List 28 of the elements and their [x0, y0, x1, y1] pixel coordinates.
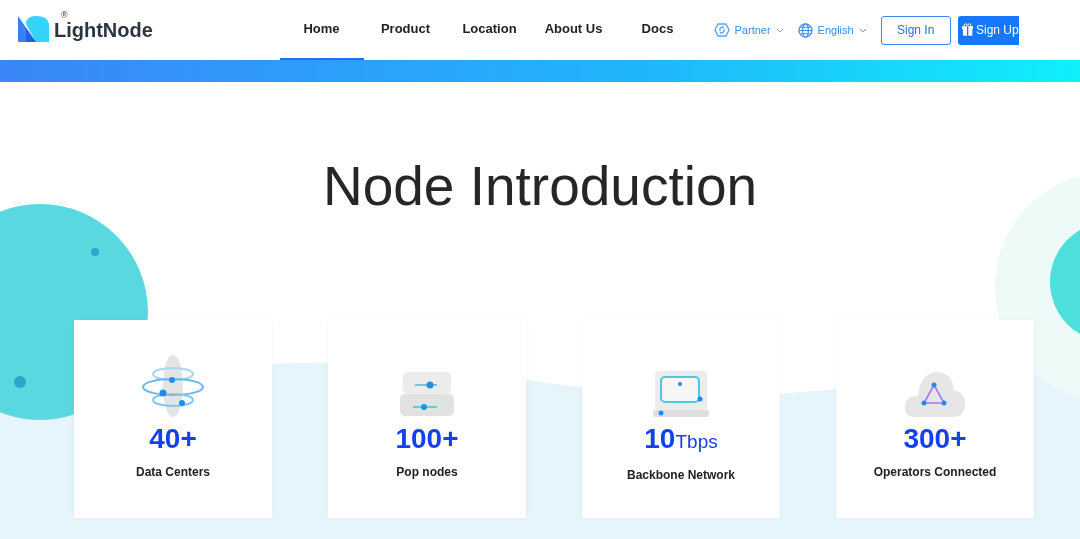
- globe-rings-icon: [141, 354, 205, 418]
- stat-label: Pop nodes: [396, 463, 458, 481]
- nav-tab[interactable]: About Us: [531, 0, 616, 60]
- language-menu[interactable]: English: [797, 21, 867, 39]
- stat-value: 300+: [903, 424, 967, 455]
- stat-label: Operators Connected: [873, 463, 997, 481]
- partner-menu[interactable]: Partner: [713, 21, 784, 39]
- page-title: Node Introduction: [321, 156, 759, 217]
- link-icon: [713, 23, 730, 37]
- registered-mark: ®: [60, 9, 68, 22]
- caret-icon: [858, 27, 867, 33]
- nav-tab[interactable]: Location: [447, 0, 532, 60]
- caret-icon: [775, 27, 784, 33]
- stat-value: 10Tbps: [644, 424, 718, 455]
- stat-value: 100+: [395, 424, 459, 455]
- sign-up-button[interactable]: Sign Up: [957, 15, 1019, 45]
- sign-in-button[interactable]: Sign In: [880, 15, 951, 45]
- cloud-icon: [904, 370, 966, 418]
- stat-value: 40+: [149, 424, 197, 455]
- computer-icon: [652, 370, 710, 418]
- gift-icon: [961, 23, 973, 37]
- nav-tab[interactable]: Product: [363, 0, 448, 60]
- stat-label: Backbone Network: [627, 466, 735, 484]
- server-icon: [399, 370, 455, 418]
- globe-icon: [797, 22, 813, 38]
- nav-tab[interactable]: Docs: [615, 0, 700, 60]
- stat-label: Data Centers: [136, 463, 210, 481]
- logo-icon: [18, 16, 50, 44]
